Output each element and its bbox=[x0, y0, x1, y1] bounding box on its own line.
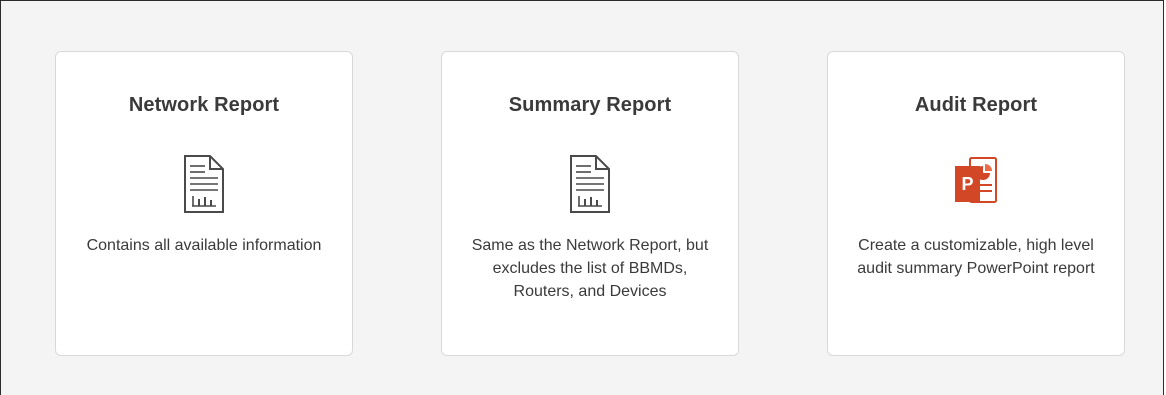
audit-report-card[interactable]: Audit Report P Create a customizable, hi… bbox=[827, 51, 1125, 356]
report-selection-panel: Network Report Contains all available in… bbox=[0, 0, 1164, 395]
card-description: Same as the Network Report, but excludes… bbox=[471, 237, 709, 300]
network-report-card[interactable]: Network Report Contains all available in… bbox=[55, 51, 353, 356]
powerpoint-letter: P bbox=[961, 174, 973, 194]
document-chart-icon bbox=[180, 152, 228, 216]
summary-report-card[interactable]: Summary Report Same as the Network Repor… bbox=[441, 51, 739, 356]
card-description: Create a customizable, high level audit … bbox=[857, 237, 1095, 277]
card-title: Summary Report bbox=[508, 94, 672, 116]
card-description: Contains all available information bbox=[86, 237, 322, 254]
card-title: Audit Report bbox=[914, 94, 1038, 116]
document-chart-icon bbox=[566, 152, 614, 216]
powerpoint-icon: P bbox=[952, 152, 1000, 216]
card-title: Network Report bbox=[128, 94, 280, 116]
